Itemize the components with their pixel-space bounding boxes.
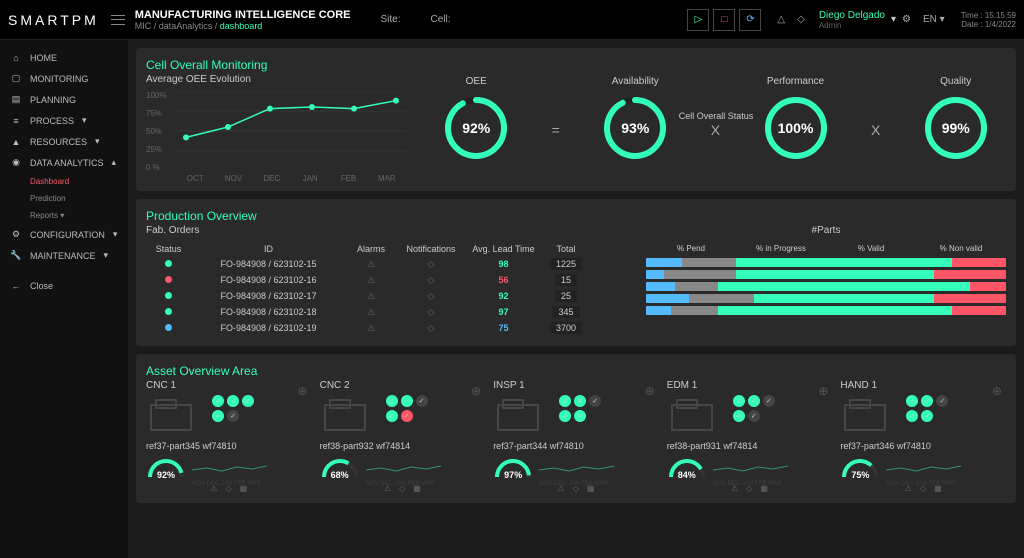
app-title: MANUFACTURING INTELLIGENCE CORE — [135, 9, 351, 21]
resources-icon: ▲ — [10, 137, 22, 147]
table-row[interactable]: FO-984908 / 623102-16⚠◇5615 — [146, 272, 634, 288]
assets-panel: Asset Overview Area ⊕CNC 1✓✓✓✓✓ref37-par… — [136, 354, 1016, 503]
user-menu[interactable]: Diego Delgado Admin ▾ — [819, 10, 896, 30]
gauge-quality: 99% — [921, 93, 991, 163]
panel-title: Asset Overview Area — [146, 364, 1006, 378]
home-icon: ⌂ — [10, 53, 22, 63]
gear-icon[interactable]: ⚙ — [902, 14, 911, 25]
sparkline: NOV DEC JAN FEB MAR — [539, 458, 659, 478]
logo: SMARTPM — [8, 12, 99, 28]
nav-monitoring[interactable]: ▢MONITORING — [0, 68, 128, 89]
notif-icon[interactable]: ◇ — [797, 14, 805, 25]
machine-icon — [320, 395, 380, 435]
gauge-performance: 100% — [761, 93, 831, 163]
wrench-icon: 🔧 — [10, 250, 22, 261]
sparkline: NOV DEC JAN FEB MAR — [713, 458, 833, 478]
analytics-icon: ◉ — [10, 157, 22, 168]
panel-title: Cell Overall Monitoring — [146, 58, 406, 72]
production-panel: Production Overview Fab. Orders Status I… — [136, 199, 1016, 346]
nav-config[interactable]: ⚙CONFIGURATION ▾ — [0, 224, 128, 245]
stop-button[interactable]: □ — [713, 9, 735, 31]
sparkline: NOV DEC JAN FEB MAR — [886, 458, 1006, 478]
zoom-icon[interactable]: ⊕ — [298, 384, 308, 398]
monitoring-panel: Cell Overall Monitoring Average OEE Evol… — [136, 48, 1016, 191]
mini-gauge: 92% — [146, 455, 186, 480]
sparkline: NOV DEC JAN FEB MAR — [192, 458, 312, 478]
cell-label: Cell: — [431, 14, 451, 25]
bell-icon[interactable]: △ — [777, 14, 785, 25]
parts-bar — [646, 306, 1006, 315]
mini-gauge: 84% — [667, 455, 707, 480]
machine-icon — [146, 395, 206, 435]
parts-bar — [646, 282, 1006, 291]
nav-close[interactable]: ←Close — [0, 276, 128, 296]
refresh-button[interactable]: ⟳ — [739, 9, 761, 31]
parts-bar — [646, 294, 1006, 303]
machine-icon — [493, 395, 553, 435]
asset-card[interactable]: ⊕CNC 2✓✓✓✓✓ref38-part932 wf7481468%NOV D… — [320, 380, 486, 493]
parts-bar — [646, 270, 1006, 279]
table-row[interactable]: FO-984908 / 623102-19⚠◇753700 — [146, 320, 634, 336]
gauge-oee: 92% — [441, 93, 511, 163]
mini-gauge: 75% — [840, 455, 880, 480]
nav-prediction[interactable]: Prediction — [0, 190, 128, 207]
lang-select[interactable]: EN ▾ — [923, 14, 945, 25]
gear-icon: ⚙ — [10, 229, 22, 240]
table-row[interactable]: FO-984908 / 623102-17⚠◇9225 — [146, 288, 634, 304]
panel-subtitle: Average OEE Evolution — [146, 74, 406, 85]
table-row[interactable]: FO-984908 / 623102-15⚠◇981225 — [146, 256, 634, 272]
asset-card[interactable]: ⊕EDM 1✓✓✓✓✓ref38-part931 wf7481484%NOV D… — [667, 380, 833, 493]
nav-home[interactable]: ⌂HOME — [0, 48, 128, 68]
mini-gauge: 68% — [320, 455, 360, 480]
panel-title: Production Overview — [146, 209, 1006, 223]
date-display: Date : 1/4/2022 — [961, 20, 1016, 29]
fab-orders-table: Status ID Alarms Notifications Avg. Lead… — [146, 242, 634, 336]
calendar-icon: ▤ — [10, 94, 22, 105]
site-label: Site: — [380, 14, 400, 25]
parts-bar — [646, 258, 1006, 267]
status-title: Cell Overall Status — [679, 111, 754, 121]
table-row[interactable]: FO-984908 / 623102-18⚠◇97345 — [146, 304, 634, 320]
sidebar: ⌂HOME ▢MONITORING ▤PLANNING ≡PROCESS ▾ ▲… — [0, 40, 128, 558]
asset-card[interactable]: ⊕INSP 1✓✓✓✓✓ref37-part344 wf7481097%NOV … — [493, 380, 659, 493]
arrow-left-icon: ← — [10, 281, 22, 291]
zoom-icon[interactable]: ⊕ — [992, 384, 1002, 398]
zoom-icon[interactable]: ⊕ — [471, 384, 481, 398]
nav-resources[interactable]: ▲RESOURCES ▾ — [0, 131, 128, 152]
time-display: Time : 15:15:59 — [961, 11, 1016, 20]
nav-analytics[interactable]: ◉DATA ANALYTICS ▴ — [0, 152, 128, 173]
machine-icon — [840, 395, 900, 435]
play-button[interactable]: ▷ — [687, 9, 709, 31]
gauge-availability: 93% — [600, 93, 670, 163]
nav-planning[interactable]: ▤PLANNING — [0, 89, 128, 110]
asset-card[interactable]: ⊕HAND 1✓✓✓✓✓ref37-part346 wf7481075%NOV … — [840, 380, 1006, 493]
monitor-icon: ▢ — [10, 73, 22, 84]
asset-card[interactable]: ⊕CNC 1✓✓✓✓✓ref37-part345 wf7481092%NOV D… — [146, 380, 312, 493]
nav-process[interactable]: ≡PROCESS ▾ — [0, 110, 128, 131]
chevron-down-icon: ▾ — [891, 14, 896, 25]
nav-dashboard[interactable]: Dashboard — [0, 173, 128, 190]
oee-line-chart: 100% 75% 50% 25% 0 % OCTNOVDECJANFEBMAR — [146, 91, 406, 181]
header: SMARTPM MANUFACTURING INTELLIGENCE CORE … — [0, 0, 1024, 40]
zoom-icon[interactable]: ⊕ — [645, 384, 655, 398]
nav-maintenance[interactable]: 🔧MAINTENANCE ▾ — [0, 245, 128, 266]
process-icon: ≡ — [10, 116, 22, 126]
machine-icon — [667, 395, 727, 435]
sparkline: NOV DEC JAN FEB MAR — [366, 458, 486, 478]
mini-gauge: 97% — [493, 455, 533, 480]
nav-reports[interactable]: Reports ▾ — [0, 207, 128, 224]
zoom-icon[interactable]: ⊕ — [818, 384, 828, 398]
breadcrumb: MIC / dataAnalytics / dashboard — [135, 21, 351, 31]
hamburger-icon[interactable] — [111, 15, 125, 25]
